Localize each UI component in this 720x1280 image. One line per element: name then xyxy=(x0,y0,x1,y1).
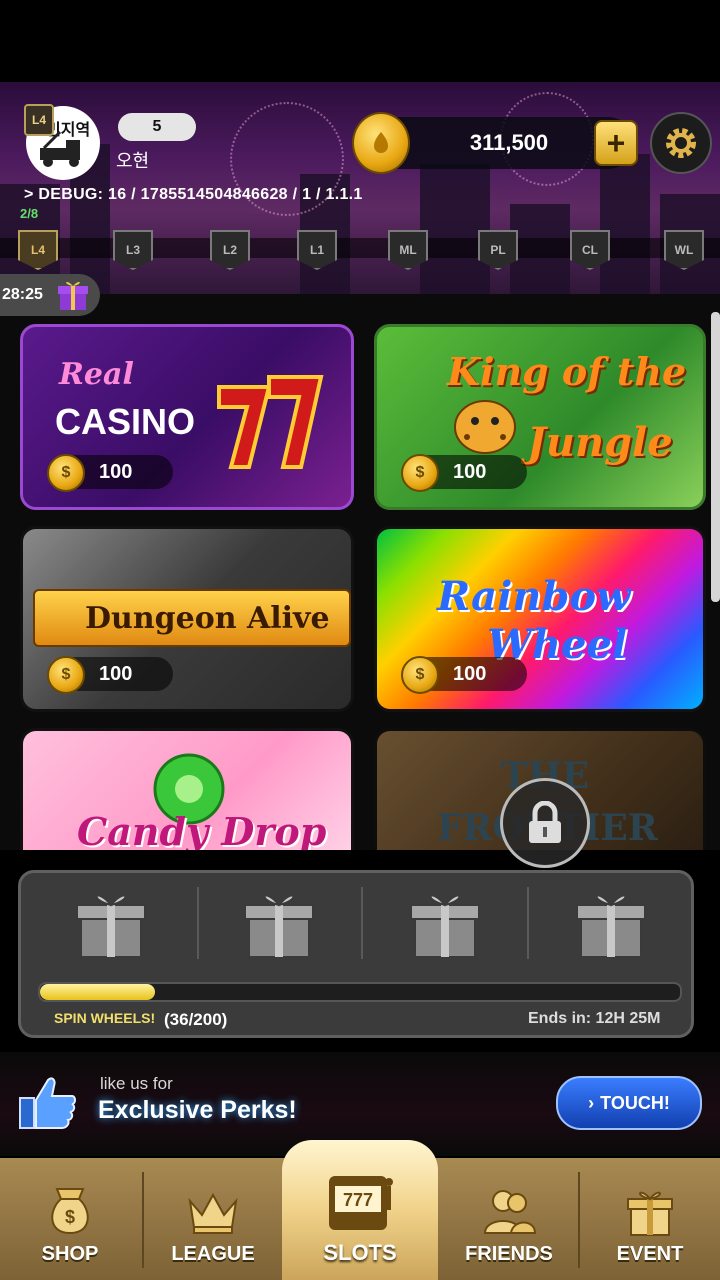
divider xyxy=(361,887,363,959)
game-card-dungeon-alive[interactable]: Dungeon Alive $100 xyxy=(20,526,354,712)
debug-text: > DEBUG: 16 / 1785514504846628 / 1 / 1.1… xyxy=(24,186,363,203)
perks-text: Exclusive Perks! xyxy=(98,1096,297,1124)
svg-text:$: $ xyxy=(65,1207,75,1227)
game-cost-value: 100 xyxy=(99,663,133,685)
game-cost-value: 100 xyxy=(99,461,133,483)
coin-icon: $ xyxy=(401,454,439,492)
settings-button[interactable] xyxy=(650,112,712,174)
gift-icon xyxy=(58,281,88,310)
game-card-rainbow-wheel[interactable]: Rainbow Wheel $100 xyxy=(374,526,706,712)
gift-box-icon xyxy=(244,894,314,958)
game-title: Candy Drop xyxy=(77,809,327,850)
game-card-king-of-the-jungle[interactable]: King of the Jungle $100 xyxy=(374,324,706,510)
slot-machine-icon: 777 xyxy=(329,1176,393,1230)
gift-icon xyxy=(627,1191,673,1236)
bonus-timer-text: 28:25 xyxy=(2,286,43,303)
reward-box-4[interactable] xyxy=(529,873,693,969)
touch-button[interactable]: › TOUCH! xyxy=(556,1076,702,1130)
coin-amount: 311,500 xyxy=(469,130,549,155)
game-title: Dungeon Alive xyxy=(85,601,330,636)
svg-text:777: 777 xyxy=(343,1190,373,1210)
mission-ends: Ends in: 12H 25M xyxy=(528,1010,661,1027)
coin-icon: $ xyxy=(47,454,85,492)
game-cost: $100 xyxy=(47,656,173,694)
level-badge: L4 xyxy=(24,104,54,136)
money-bag-icon: $ xyxy=(51,1188,89,1235)
nav-shop[interactable]: $ SHOP xyxy=(0,1158,140,1280)
thumbs-up-icon xyxy=(19,1077,76,1129)
gift-box-icon xyxy=(576,894,646,958)
game-cost-value: 100 xyxy=(453,461,487,483)
nav-league-label: LEAGUE xyxy=(171,1243,255,1265)
nav-event-label: EVENT xyxy=(616,1243,684,1265)
game-card-real-casino[interactable]: Real CASINO $100 xyxy=(20,324,354,510)
like-text: like us for xyxy=(100,1074,173,1093)
game-cost: $100 xyxy=(401,656,527,694)
add-coins-button[interactable]: + xyxy=(594,120,638,166)
bonus-timer[interactable]: 28:25 xyxy=(0,274,100,316)
gear-icon xyxy=(666,128,696,158)
nav-league[interactable]: LEAGUE xyxy=(144,1158,282,1280)
reward-box-2[interactable] xyxy=(199,873,363,969)
nav-event[interactable]: EVENT xyxy=(580,1158,720,1280)
coin-icon xyxy=(352,112,410,174)
mission-progress-bar xyxy=(38,982,682,1002)
friends-icon xyxy=(483,1190,537,1234)
touch-label: TOUCH! xyxy=(600,1092,670,1113)
game-title-line2: CASINO xyxy=(55,401,196,442)
game-cost: $100 xyxy=(401,454,527,492)
nav-shop-label: SHOP xyxy=(41,1243,99,1265)
nav-friends-label: FRIENDS xyxy=(465,1243,553,1265)
gift-box-icon xyxy=(76,894,146,958)
scrollbar[interactable] xyxy=(711,312,720,602)
coin-icon: $ xyxy=(47,656,85,694)
nav-slots-label: SLOTS xyxy=(323,1240,397,1265)
leopard-icon xyxy=(454,400,516,454)
crown-icon xyxy=(188,1192,238,1234)
game-title-line1: Rainbow xyxy=(437,573,631,620)
game-cost: $100 xyxy=(47,454,173,492)
lucky-777-icon xyxy=(217,375,324,469)
game-title-line1: Real xyxy=(59,357,134,392)
chevron-right-icon: › xyxy=(588,1092,595,1113)
reward-box-1[interactable] xyxy=(29,873,193,969)
league-track xyxy=(0,238,720,258)
mission-count: (36/200) xyxy=(164,1010,228,1029)
friends-count: 5 xyxy=(118,113,196,141)
game-card-candy-drop[interactable]: Candy Drop xyxy=(20,728,354,850)
user-name: 오현 xyxy=(116,151,150,171)
status-bar xyxy=(0,0,720,82)
gift-box-icon xyxy=(410,894,480,958)
game-cost-value: 100 xyxy=(453,663,487,685)
reward-box-3[interactable] xyxy=(365,873,529,969)
mission-progress-fill xyxy=(40,984,156,1000)
league-progress: 2/8 xyxy=(20,206,39,221)
game-title-line1: King of the xyxy=(447,349,687,394)
mission-label: SPIN WHEELS! xyxy=(54,1010,156,1026)
coin-icon: $ xyxy=(401,656,439,694)
nav-slots[interactable]: 777 SLOTS xyxy=(282,1158,438,1280)
nav-friends[interactable]: FRIENDS xyxy=(440,1158,578,1280)
lock-icon xyxy=(500,778,590,868)
game-title-line2: Jungle xyxy=(527,419,673,466)
